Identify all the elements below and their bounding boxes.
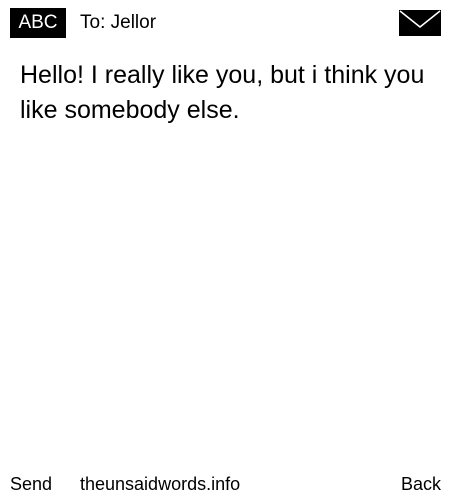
recipient-field[interactable]: To: Jellor: [80, 8, 156, 38]
header-bar: ABC To: Jellor: [0, 0, 450, 46]
sms-compose-screen: ABC To: Jellor Hello! I really like you,…: [0, 0, 450, 500]
message-body[interactable]: Hello! I really like you, but i think yo…: [20, 58, 430, 128]
back-button[interactable]: Back: [401, 472, 441, 496]
input-mode-badge[interactable]: ABC: [10, 8, 66, 38]
send-button[interactable]: Send: [10, 472, 52, 496]
envelope-icon: [399, 10, 441, 36]
site-credit-label: theunsaidwords.info: [80, 474, 241, 494]
softkey-bar: Send theunsaidwords.info Back: [0, 468, 450, 500]
